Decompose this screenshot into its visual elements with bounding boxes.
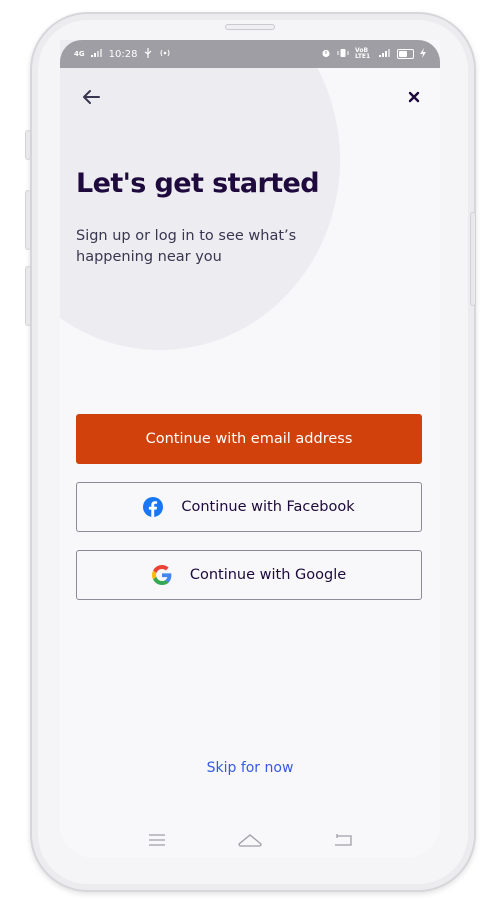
hotspot-icon (159, 48, 171, 61)
status-right: VoB LTE1 (321, 47, 426, 61)
vibrate-icon (337, 48, 349, 61)
google-button-label: Continue with Google (189, 567, 347, 583)
continue-with-facebook-button[interactable]: Continue with Facebook (76, 482, 422, 532)
continue-with-email-button[interactable]: Continue with email address (76, 414, 422, 464)
close-icon (408, 91, 420, 103)
status-time: 10:28 (108, 48, 138, 60)
recents-button[interactable] (143, 830, 171, 850)
status-left: 4G 10:28 (74, 47, 171, 61)
bixby-key (25, 266, 31, 326)
home-icon (238, 834, 262, 847)
close-button[interactable] (402, 85, 426, 109)
charging-icon (420, 47, 426, 61)
page-subtitle: Sign up or log in to see what’s happenin… (76, 228, 297, 265)
system-nav-bar (60, 822, 440, 858)
volte-label: VoB LTE1 (355, 47, 371, 60)
facebook-button-label: Continue with Facebook (181, 499, 355, 515)
google-icon (151, 565, 172, 585)
home-button[interactable] (236, 830, 264, 850)
page-title: Let's get started (76, 168, 320, 199)
earpiece-speaker (225, 24, 275, 30)
back-nav-button[interactable] (329, 830, 357, 850)
back-nav-icon (335, 834, 352, 846)
menu-icon (148, 834, 165, 846)
network-type: 4G (74, 49, 85, 58)
arrow-left-icon (83, 90, 100, 104)
back-button[interactable] (78, 84, 104, 110)
continue-with-google-button[interactable]: Continue with Google (76, 550, 422, 600)
device-stage: 4G 10:28 VoB LTE1 Let's get started Sign… (0, 0, 500, 900)
signal-bars-icon (90, 48, 103, 60)
status-bar: 4G 10:28 VoB LTE1 (60, 40, 440, 68)
power-key (470, 212, 476, 306)
usb-icon (143, 47, 153, 61)
battery-icon (397, 49, 414, 59)
facebook-icon (143, 497, 164, 517)
email-button-label: Continue with email address (145, 431, 353, 447)
signal-icon (379, 48, 391, 60)
alarm-icon (321, 48, 331, 61)
skip-for-now-link[interactable]: Skip for now (60, 760, 440, 776)
volume-down-key (25, 190, 31, 250)
volume-up-key (25, 130, 31, 160)
app-screen: 4G 10:28 VoB LTE1 Let's get started Sign… (60, 40, 440, 858)
